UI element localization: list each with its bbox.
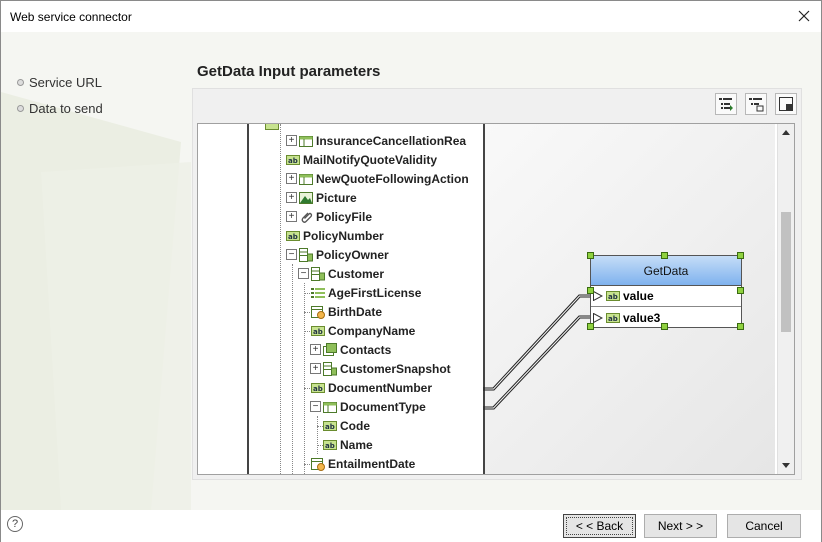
resize-handle[interactable] [587,323,594,330]
mapping-line-value-shadow [483,296,591,391]
param-label: value [623,289,654,303]
node-title[interactable]: GetData [591,256,741,286]
resize-handle[interactable] [737,323,744,330]
svg-text:ab: ab [608,293,618,301]
node-param-value[interactable]: ab value [591,286,741,307]
resize-handle[interactable] [737,287,744,294]
next-button[interactable]: Next > > [644,514,717,538]
dialog-window: Web service connector Service URL Data t… [0,0,822,542]
dialog-footer: ? < < Back Next > > Cancel [1,510,821,542]
resize-handle[interactable] [587,287,594,294]
mapping-line-value [483,294,591,389]
resize-handle[interactable] [661,323,668,330]
svg-text:ab: ab [608,315,618,323]
resize-handle[interactable] [587,252,594,259]
mapping-line-value3 [483,315,591,408]
resize-handle[interactable] [737,252,744,259]
help-button[interactable]: ? [7,516,23,532]
text-field-icon: ab [606,311,620,325]
cancel-button[interactable]: Cancel [727,514,801,538]
param-label: value3 [623,310,661,325]
resize-handle[interactable] [661,252,668,259]
input-port-icon[interactable] [593,291,603,301]
text-field-icon: ab [606,289,620,303]
back-button[interactable]: < < Back [563,514,636,538]
input-port-icon[interactable] [593,312,603,323]
getdata-node[interactable]: GetData ab value ab value3 [590,255,742,328]
mapping-line-value3-shadow [483,317,591,410]
